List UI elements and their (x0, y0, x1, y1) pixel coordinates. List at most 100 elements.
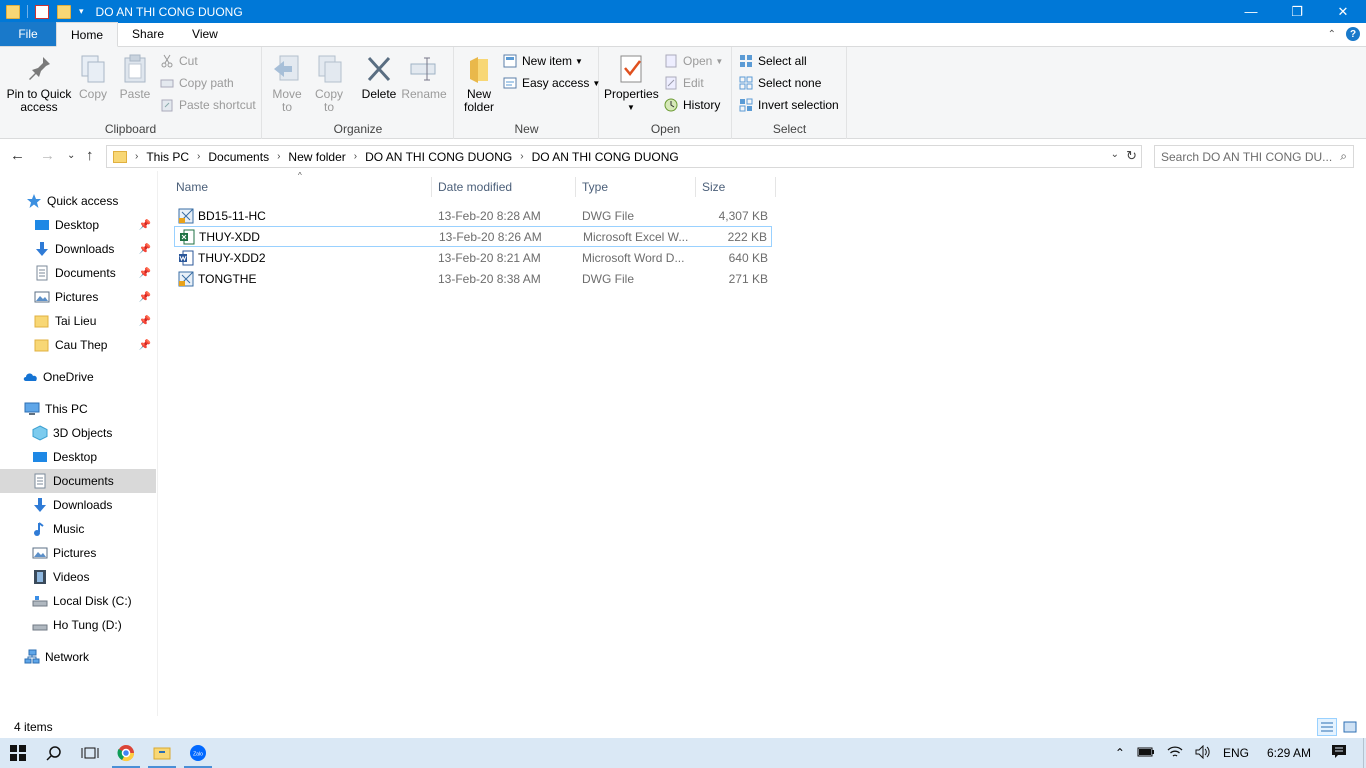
invert-selection-button[interactable]: Invert selection (739, 95, 839, 115)
table-row[interactable]: BD15-11-HC 13-Feb-20 8:28 AM DWG File 4,… (174, 205, 772, 226)
select-none-button[interactable]: Select none (739, 73, 821, 93)
nav-pc-pictures[interactable]: Pictures (0, 541, 156, 565)
table-row[interactable]: THUY-XDD 13-Feb-20 8:26 AM Microsoft Exc… (174, 226, 772, 247)
breadcrumb-chevron-icon[interactable]: › (277, 151, 280, 162)
nav-pc-documents[interactable]: Documents (0, 469, 156, 493)
nav-onedrive[interactable]: OneDrive (0, 365, 156, 389)
address-bar[interactable]: › This PC › Documents › New folder › DO … (106, 145, 1142, 168)
breadcrumb-this-pc[interactable]: This PC (146, 150, 189, 164)
zalo-icon[interactable]: Zalo (180, 738, 216, 768)
pin-icon[interactable]: 📌 (139, 316, 151, 327)
open-button[interactable]: Open ▼ (664, 51, 723, 71)
breadcrumb-chevron-icon[interactable]: › (197, 151, 200, 162)
pin-icon[interactable]: 📌 (139, 292, 151, 303)
pin-icon[interactable]: 📌 (139, 244, 151, 255)
address-dropdown-chevron-icon[interactable]: ⌄ (1111, 149, 1119, 160)
back-arrow-icon[interactable]: ← (10, 147, 25, 164)
recent-locations-chevron-icon[interactable]: ⌄ (67, 150, 75, 161)
pin-icon[interactable]: 📌 (139, 268, 151, 279)
breadcrumb-chevron-icon[interactable]: › (135, 151, 138, 162)
delete-button[interactable]: Delete (359, 53, 399, 101)
breadcrumb-do-an-current[interactable]: DO AN THI CONG DUONG (532, 150, 679, 164)
nav-pc-videos[interactable]: Videos (0, 565, 156, 589)
nav-pc-ho-tung-d[interactable]: Ho Tung (D:) (0, 613, 156, 637)
copy-path-button[interactable]: Copy path (160, 73, 234, 93)
new-item-button[interactable]: New item ▼ (503, 51, 583, 71)
cut-button[interactable]: Cut (160, 51, 198, 71)
nav-qa-documents[interactable]: Documents 📌 (0, 261, 156, 285)
new-folder-icon[interactable] (57, 4, 71, 19)
up-arrow-icon[interactable]: ↑ (86, 147, 94, 164)
minimize-button[interactable]: — (1228, 0, 1274, 23)
easy-access-button[interactable]: Easy access ▼ (503, 73, 600, 93)
clock-time[interactable]: 6:29 AM (1267, 746, 1311, 760)
large-icons-view-icon[interactable] (1340, 718, 1360, 736)
file-explorer-icon[interactable] (144, 738, 180, 768)
pin-icon[interactable]: 📌 (139, 220, 151, 231)
help-icon[interactable]: ? (1346, 27, 1360, 41)
input-language[interactable]: ENG (1223, 746, 1249, 760)
chrome-icon[interactable] (108, 738, 144, 768)
wifi-icon[interactable] (1167, 745, 1183, 762)
pin-quick-access-button[interactable]: Pin to Quick access (4, 53, 74, 114)
paste-button[interactable]: Paste (118, 53, 152, 101)
task-view-icon[interactable] (72, 738, 108, 768)
select-all-button[interactable]: Select all (739, 51, 807, 71)
nav-pc-3d-objects[interactable]: 3D Objects (0, 421, 156, 445)
nav-qa-pictures[interactable]: Pictures 📌 (0, 285, 156, 309)
customize-qat-chevron-icon[interactable]: ▾ (79, 6, 84, 17)
column-header-name[interactable]: Name (170, 177, 432, 197)
nav-pc-desktop[interactable]: Desktop (0, 445, 156, 469)
search-icon[interactable] (36, 738, 72, 768)
breadcrumb-new-folder[interactable]: New folder (288, 150, 345, 164)
rename-button[interactable]: Rename (401, 53, 447, 101)
pin-icon[interactable]: 📌 (139, 340, 151, 351)
file-name: BD15-11-HC (198, 208, 266, 223)
maximize-button[interactable]: ❐ (1274, 0, 1320, 23)
nav-network[interactable]: Network (0, 645, 156, 669)
tab-file[interactable]: File (0, 22, 56, 46)
edit-button[interactable]: Edit (664, 73, 704, 93)
move-to-button[interactable]: Move to (269, 53, 305, 114)
battery-icon[interactable] (1137, 746, 1155, 761)
nav-qa-tai-lieu[interactable]: Tai Lieu 📌 (0, 309, 156, 333)
tab-view[interactable]: View (178, 22, 232, 46)
history-button[interactable]: History (664, 95, 720, 115)
breadcrumb-do-an-parent[interactable]: DO AN THI CONG DUONG (365, 150, 512, 164)
copy-button[interactable]: Copy (76, 53, 110, 101)
properties-icon[interactable] (35, 4, 49, 19)
action-center-icon[interactable] (1331, 744, 1347, 763)
nav-this-pc[interactable]: This PC (0, 397, 156, 421)
nav-pc-downloads[interactable]: Downloads (0, 493, 156, 517)
breadcrumb-documents[interactable]: Documents (208, 150, 269, 164)
paste-shortcut-button[interactable]: Paste shortcut (160, 95, 256, 115)
tab-home[interactable]: Home (56, 22, 119, 47)
breadcrumb-chevron-icon[interactable]: › (354, 151, 357, 162)
refresh-icon[interactable]: ↻ (1126, 148, 1137, 164)
start-windows-icon[interactable] (0, 738, 36, 768)
breadcrumb-chevron-icon[interactable]: › (520, 151, 523, 162)
file-size: 4,307 KB (718, 208, 768, 223)
close-button[interactable]: ✕ (1320, 0, 1366, 23)
column-header-type[interactable]: Type (576, 177, 696, 197)
show-hidden-icons-chevron-icon[interactable]: ⌃ (1115, 746, 1125, 760)
collapse-ribbon-chevron-icon[interactable]: ⌃ (1328, 29, 1336, 40)
nav-qa-downloads[interactable]: Downloads 📌 (0, 237, 156, 261)
column-header-size[interactable]: Size (696, 177, 776, 197)
volume-icon[interactable] (1195, 744, 1211, 762)
tab-share[interactable]: Share (118, 22, 178, 46)
nav-qa-cau-thep[interactable]: Cau Thep 📌 (0, 333, 156, 357)
details-view-icon[interactable] (1317, 718, 1337, 736)
nav-quick-access[interactable]: Quick access (0, 189, 156, 213)
nav-qa-desktop[interactable]: Desktop 📌 (0, 213, 156, 237)
table-row[interactable]: TONGTHE 13-Feb-20 8:38 AM DWG File 271 K… (174, 268, 772, 289)
forward-arrow-icon[interactable]: → (40, 147, 55, 164)
column-header-date[interactable]: Date modified (432, 177, 576, 197)
nav-pc-music[interactable]: Music (0, 517, 156, 541)
new-folder-button[interactable]: New folder (459, 53, 499, 114)
table-row[interactable]: THUY-XDD2 13-Feb-20 8:21 AM Microsoft Wo… (174, 247, 772, 268)
search-input[interactable]: Search DO AN THI CONG DU... ⌕ (1154, 145, 1354, 168)
properties-button[interactable]: Properties ▼ (604, 53, 659, 114)
copy-to-button[interactable]: Copy to (311, 53, 347, 114)
nav-pc-local-disk-c[interactable]: Local Disk (C:) (0, 589, 156, 613)
